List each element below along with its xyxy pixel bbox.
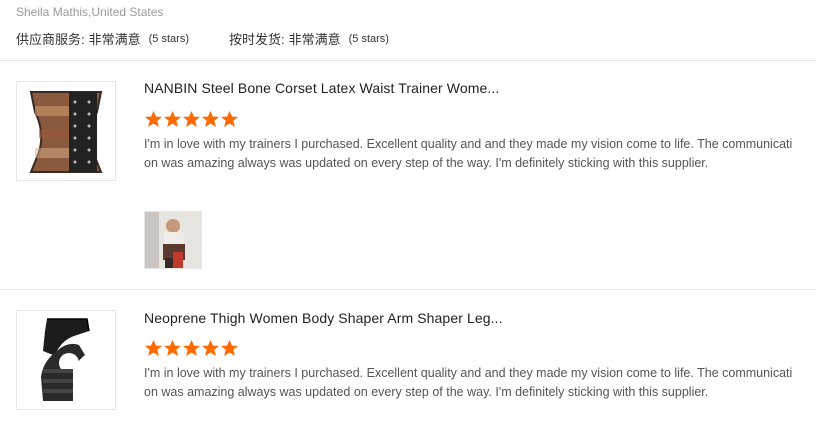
- rating-on-time-shipping: 按时发货: 非常满意 (5 stars): [229, 29, 389, 48]
- star-icon: [182, 110, 201, 128]
- review-text: I'm in love with my trainers I purchased…: [144, 137, 793, 170]
- star-icon: [220, 339, 239, 357]
- customer-photo[interactable]: [144, 211, 202, 269]
- rating-value: 非常满意: [288, 32, 341, 47]
- review-star-rating: [144, 110, 239, 128]
- rating-stars-note: (5 stars): [148, 32, 189, 45]
- rating-stars-note: (5 stars): [348, 32, 389, 45]
- rating-value: 非常满意: [88, 32, 141, 47]
- divider: [0, 289, 816, 290]
- review-product-title[interactable]: NANBIN Steel Bone Corset Latex Waist Tra…: [144, 80, 499, 96]
- star-icon: [201, 339, 220, 357]
- rating-label: 供应商服务:: [16, 32, 85, 47]
- reviewer-name-location: Sheila Mathis,United States: [16, 5, 164, 19]
- star-icon: [182, 339, 201, 357]
- corset-product-image[interactable]: [16, 81, 116, 181]
- review-star-rating: [144, 339, 239, 357]
- star-icon: [144, 110, 163, 128]
- star-icon: [163, 339, 182, 357]
- review-text: I'm in love with my trainers I purchased…: [144, 366, 793, 399]
- rating-supplier-service: 供应商服务: 非常满意 (5 stars): [16, 29, 189, 48]
- divider: [0, 60, 816, 61]
- star-icon: [201, 110, 220, 128]
- star-icon: [220, 110, 239, 128]
- thigh-shaper-product-image[interactable]: [16, 310, 116, 410]
- review-product-title[interactable]: Neoprene Thigh Women Body Shaper Arm Sha…: [144, 310, 503, 326]
- rating-label: 按时发货:: [228, 32, 285, 47]
- star-icon: [163, 110, 182, 128]
- seller-ratings: 供应商服务: 非常满意 (5 stars) 按时发货: 非常满意 (5 star…: [16, 29, 429, 48]
- star-icon: [144, 339, 163, 357]
